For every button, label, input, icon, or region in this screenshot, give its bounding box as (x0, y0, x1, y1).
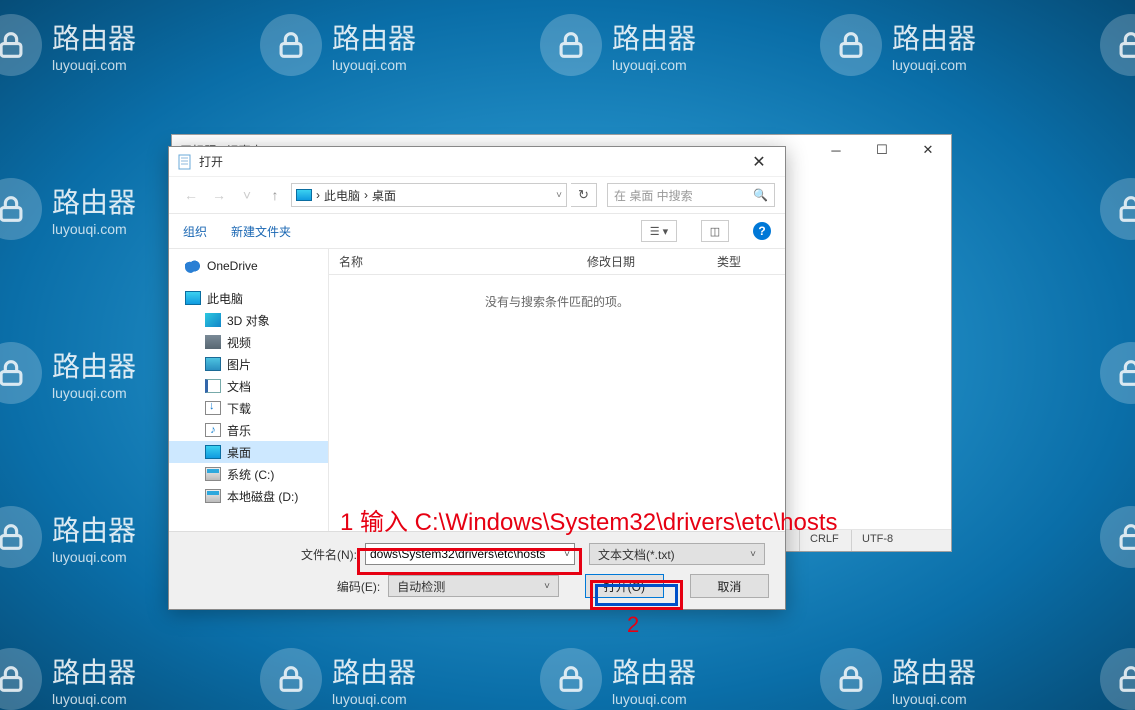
pc-icon (296, 189, 312, 201)
maximize-button[interactable]: ☐ (859, 135, 905, 165)
search-icon: 🔍 (753, 188, 768, 202)
filename-label: 文件名(N): (185, 546, 357, 563)
watermark (1100, 178, 1135, 240)
video-icon (205, 335, 221, 349)
organize-menu[interactable]: 组织 (183, 223, 207, 240)
cancel-button[interactable]: 取消 (690, 574, 769, 598)
watermark: 路由器luyouqi.com (820, 648, 976, 710)
status-encoding: UTF-8 (851, 530, 951, 551)
annotation-step1: 1 输入 C:\Windows\System32\drivers\etc\hos… (340, 502, 837, 537)
breadcrumb[interactable]: › 此电脑 › 桌面 ˅ (291, 183, 567, 207)
watermark: 路由器luyouqi.com (0, 648, 136, 710)
search-placeholder: 在 桌面 中搜索 (614, 187, 693, 204)
watermark: 路由器luyouqi.com (820, 14, 976, 76)
watermark: 路由器luyouqi.com (0, 178, 136, 240)
encoding-label: 编码(E): (185, 578, 380, 595)
minimize-button[interactable]: ─ (813, 135, 859, 165)
dialog-title: 打开 (199, 153, 223, 170)
tree-drive-d[interactable]: 本地磁盘 (D:) (169, 485, 328, 507)
col-modified[interactable]: 修改日期 (577, 253, 707, 270)
document-icon (205, 379, 221, 393)
watermark: 路由器luyouqi.com (0, 342, 136, 404)
picture-icon (205, 357, 221, 371)
tree-3d[interactable]: 3D 对象 (169, 309, 328, 331)
watermark (1100, 648, 1135, 710)
col-type[interactable]: 类型 (707, 253, 767, 270)
chevron-down-icon[interactable]: ˅ (564, 549, 570, 560)
music-icon: ♪ (205, 423, 221, 437)
watermark (1100, 506, 1135, 568)
empty-message: 没有与搜索条件匹配的项。 (329, 275, 785, 328)
watermark: 路由器luyouqi.com (0, 14, 136, 76)
cube-icon (205, 313, 221, 327)
tree-thispc[interactable]: 此电脑 (169, 287, 328, 309)
file-list[interactable]: 名称 修改日期 类型 没有与搜索条件匹配的项。 (329, 249, 785, 539)
nav-back-button[interactable]: ← (179, 183, 203, 207)
desktop-icon (205, 445, 221, 459)
pc-icon (185, 291, 201, 305)
preview-pane-button[interactable]: ◫ (701, 220, 729, 242)
nav-forward-button[interactable]: → (207, 183, 231, 207)
open-button[interactable]: 打开(O) (585, 574, 664, 598)
col-name[interactable]: 名称 (329, 253, 577, 270)
tree-drive-c[interactable]: 系统 (C:) (169, 463, 328, 485)
tree-video[interactable]: 视频 (169, 331, 328, 353)
filename-field[interactable] (370, 547, 550, 561)
watermark (1100, 342, 1135, 404)
tree-downloads[interactable]: 下载 (169, 397, 328, 419)
tree-desktop[interactable]: 桌面 (169, 441, 328, 463)
new-folder-button[interactable]: 新建文件夹 (231, 223, 291, 240)
view-mode-button[interactable]: ☰ ▾ (641, 220, 677, 242)
filename-input[interactable]: ˅ (365, 543, 575, 565)
search-input[interactable]: 在 桌面 中搜索 🔍 (607, 183, 775, 207)
encoding-select[interactable]: 自动检测˅ (388, 575, 559, 597)
watermark: 路由器luyouqi.com (540, 14, 696, 76)
cloud-icon (185, 259, 201, 273)
tree-pictures[interactable]: 图片 (169, 353, 328, 375)
download-icon (205, 401, 221, 415)
drive-icon (205, 489, 221, 503)
open-dialog: 打开 ✕ ← → ˅ ↑ › 此电脑 › 桌面 ˅ ↻ 在 桌面 中搜索 🔍 组… (168, 146, 786, 610)
crumb-root[interactable]: 此电脑 (324, 187, 360, 204)
close-button[interactable]: ✕ (741, 150, 777, 174)
chevron-down-icon: ˅ (544, 581, 550, 592)
watermark (1100, 14, 1135, 76)
drive-icon (205, 467, 221, 481)
nav-up-button[interactable]: ↑ (263, 183, 287, 207)
annotation-step2: 2 (627, 612, 639, 638)
watermark: 路由器luyouqi.com (260, 648, 416, 710)
tree-onedrive[interactable]: OneDrive (169, 255, 328, 277)
watermark: 路由器luyouqi.com (260, 14, 416, 76)
watermark: 路由器luyouqi.com (540, 648, 696, 710)
crumb-leaf[interactable]: 桌面 (372, 187, 396, 204)
filetype-select[interactable]: 文本文档(*.txt)˅ (589, 543, 765, 565)
watermark: 路由器luyouqi.com (0, 506, 136, 568)
folder-tree[interactable]: OneDrive 此电脑 3D 对象 视频 图片 文档 下载 ♪音乐 桌面 系统… (169, 249, 329, 539)
refresh-button[interactable]: ↻ (571, 183, 597, 207)
chevron-down-icon: ˅ (750, 549, 756, 560)
tree-music[interactable]: ♪音乐 (169, 419, 328, 441)
help-button[interactable]: ? (753, 222, 771, 240)
notepad-icon (177, 154, 193, 170)
tree-documents[interactable]: 文档 (169, 375, 328, 397)
close-button[interactable]: ✕ (905, 135, 951, 165)
nav-recent-button[interactable]: ˅ (235, 183, 259, 207)
